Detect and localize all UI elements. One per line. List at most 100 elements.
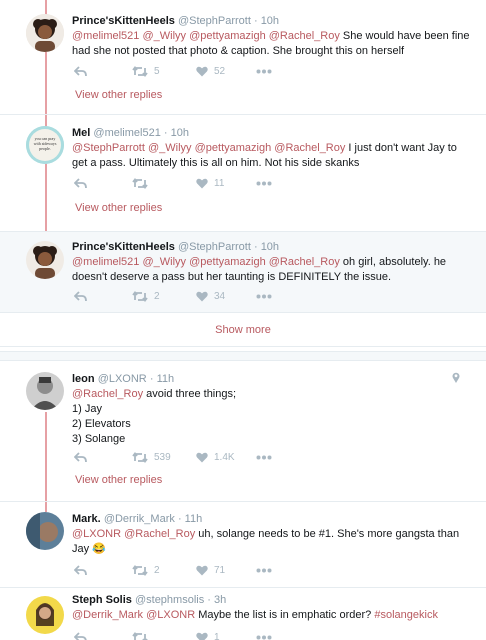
avatar[interactable] [26, 596, 64, 634]
tweet-header: Mel @melimel521 · 10h [72, 127, 189, 139]
retweet-button[interactable]: 5 [132, 66, 160, 77]
mention-link[interactable]: @pettyamazigh [189, 30, 266, 42]
tweet[interactable]: you can pray with sideways people. Mel @… [0, 115, 486, 232]
display-name[interactable]: leon [72, 373, 95, 385]
show-more-link[interactable]: Show more [0, 324, 486, 336]
display-name[interactable]: Prince'sKittenHeels [72, 241, 175, 253]
timestamp[interactable]: 10h [171, 127, 189, 139]
avatar[interactable] [26, 372, 64, 410]
mention-link[interactable]: @pettyamazigh [195, 142, 272, 154]
tweet-text: @LXONR @Rachel_Roy uh, solange needs to … [72, 528, 460, 555]
like-button[interactable]: 1 [196, 632, 220, 640]
tweet-text: @Rachel_Roy avoid three things; 1) Jay 2… [72, 387, 472, 447]
heart-icon [196, 565, 208, 576]
more-icon [256, 69, 272, 80]
retweet-button[interactable]: 539 [132, 452, 171, 463]
reply-icon [74, 178, 87, 189]
more-button[interactable] [256, 565, 272, 579]
retweet-icon [132, 452, 148, 463]
retweet-button[interactable]: 2 [132, 291, 160, 302]
mention-link[interactable]: @Derrik_Mark [72, 609, 143, 621]
reply-button[interactable] [74, 291, 87, 302]
hashtag-link[interactable]: #solangekick [374, 609, 438, 621]
user-handle[interactable]: @melimel521 [93, 127, 160, 139]
display-name[interactable]: Steph Solis [72, 594, 132, 606]
reply-button[interactable] [74, 632, 87, 640]
more-button[interactable] [256, 452, 272, 466]
mention-link[interactable]: @Rachel_Roy [274, 142, 345, 154]
separator: · [177, 513, 182, 525]
more-button[interactable] [256, 178, 272, 192]
display-name[interactable]: Prince'sKittenHeels [72, 15, 175, 27]
display-name[interactable]: Mel [72, 127, 90, 139]
reply-button[interactable] [74, 178, 87, 189]
user-handle[interactable]: @Derrik_Mark [104, 513, 175, 525]
user-handle[interactable]: @LXONR [98, 373, 147, 385]
view-other-replies-link[interactable]: View other replies [75, 474, 162, 486]
like-button[interactable]: 52 [196, 66, 225, 77]
tweet-highlighted[interactable]: Prince'sKittenHeels @StephParrott · 10h … [0, 232, 486, 312]
timestamp[interactable]: 10h [261, 15, 279, 27]
mention-link[interactable]: @StephParrott [72, 142, 145, 154]
like-count: 71 [214, 565, 226, 576]
divider [0, 312, 486, 313]
list-line: 1) Jay [72, 403, 102, 415]
mention-link[interactable]: @_Wilyy [142, 30, 186, 42]
mention-link[interactable]: @_Wilyy [148, 142, 192, 154]
retweet-button[interactable]: 2 [132, 565, 160, 576]
mention-link[interactable]: @Rachel_Roy [269, 256, 340, 268]
tweet-header: Prince'sKittenHeels @StephParrott · 10h [72, 241, 279, 253]
user-handle[interactable]: @StephParrott [178, 15, 251, 27]
display-name[interactable]: Mark. [72, 513, 101, 525]
retweet-button[interactable] [132, 632, 154, 640]
user-handle[interactable]: @StephParrott [178, 241, 251, 253]
tweet-actions: 2 71 [72, 565, 392, 579]
more-icon [256, 455, 272, 466]
view-other-replies-link[interactable]: View other replies [75, 89, 162, 101]
timestamp[interactable]: 11h [157, 373, 175, 385]
like-button[interactable]: 71 [196, 565, 225, 576]
more-button[interactable] [256, 291, 272, 305]
mention-link[interactable]: @Rachel_Roy [72, 388, 143, 400]
timestamp[interactable]: 11h [185, 513, 203, 525]
avatar[interactable] [26, 512, 64, 550]
location-pin-icon[interactable] [452, 372, 460, 386]
mention-link[interactable]: @pettyamazigh [189, 256, 266, 268]
timestamp[interactable]: 10h [261, 241, 279, 253]
retweet-button[interactable] [132, 178, 154, 189]
reply-button[interactable] [74, 66, 87, 77]
reply-button[interactable] [74, 565, 87, 576]
mention-link[interactable]: @LXONR [146, 609, 195, 621]
mention-link[interactable]: @Rachel_Roy [124, 528, 195, 540]
mention-link[interactable]: @melimel521 [72, 30, 139, 42]
avatar[interactable] [26, 241, 64, 279]
separator: · [253, 15, 258, 27]
timestamp[interactable]: 3h [214, 594, 226, 606]
retweet-count: 539 [154, 452, 171, 463]
more-button[interactable] [256, 632, 272, 640]
like-button[interactable]: 11 [196, 178, 224, 189]
tweet[interactable]: Prince'sKittenHeels @StephParrott · 10h … [0, 0, 486, 112]
tweet[interactable]: Steph Solis @stephmsolis · 3h @Derrik_Ma… [0, 588, 486, 640]
mention-link[interactable]: @Rachel_Roy [269, 30, 340, 42]
more-icon [256, 294, 272, 305]
mention-link[interactable]: @_Wilyy [142, 256, 186, 268]
more-button[interactable] [256, 66, 272, 80]
user-handle[interactable]: @stephmsolis [135, 594, 204, 606]
heart-icon [196, 452, 208, 463]
mention-link[interactable]: @LXONR [72, 528, 121, 540]
avatar[interactable] [26, 14, 64, 52]
heart-icon [196, 632, 208, 640]
view-other-replies-link[interactable]: View other replies [75, 202, 162, 214]
conversation-gap [0, 351, 486, 361]
separator: · [149, 373, 154, 385]
like-button[interactable]: 34 [196, 291, 225, 302]
reply-button[interactable] [74, 452, 87, 463]
retweet-icon [132, 565, 148, 576]
avatar[interactable]: you can pray with sideways people. [26, 126, 64, 164]
divider [0, 346, 486, 347]
mention-link[interactable]: @melimel521 [72, 256, 139, 268]
tweet[interactable]: Mark. @Derrik_Mark · 11h @LXONR @Rachel_… [0, 502, 486, 586]
tweet[interactable]: leon @LXONR · 11h @Rachel_Roy avoid thre… [0, 363, 486, 499]
like-button[interactable]: 1.4K [196, 452, 235, 463]
